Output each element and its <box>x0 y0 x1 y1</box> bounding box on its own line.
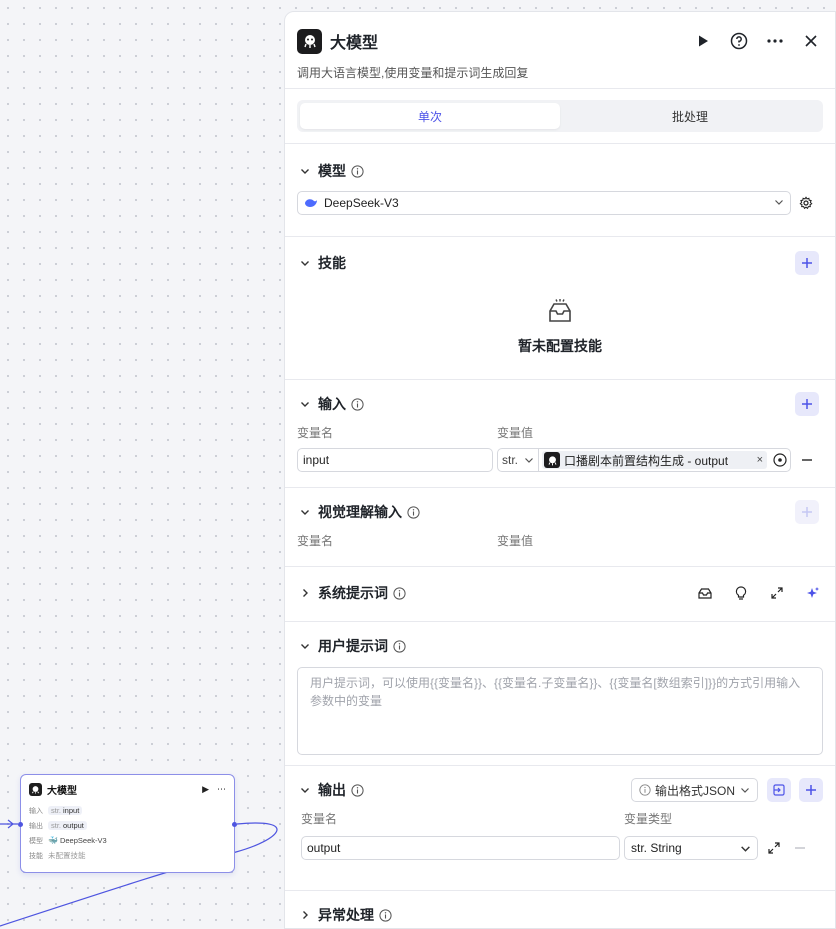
node-config-panel: 大模型 调用大语言模型,使用变量和提示词生成回复 单次 批处理 模型 DeepS… <box>284 11 836 929</box>
run-icon[interactable] <box>691 29 715 53</box>
add-vision-input-button[interactable] <box>795 500 819 524</box>
vision-input-label: 视觉理解输入 <box>318 504 402 520</box>
llm-icon <box>544 452 560 468</box>
output-type-select[interactable]: str. String <box>624 836 758 860</box>
remove-input-icon[interactable] <box>801 454 813 466</box>
input-value-ref[interactable]: 口播剧本前置结构生成 - output × <box>539 448 791 472</box>
settings-gear-icon[interactable] <box>796 193 816 213</box>
variable-target-icon[interactable] <box>773 453 787 467</box>
mode-tabs: 单次 批处理 <box>297 100 823 132</box>
close-icon[interactable] <box>799 29 823 53</box>
tab-single[interactable]: 单次 <box>300 103 560 129</box>
vision-col-value: 变量值 <box>497 534 534 548</box>
llm-icon <box>29 782 42 796</box>
node-row-skills: 技能 未配置技能 <box>29 851 86 860</box>
node-output-port[interactable] <box>232 822 237 827</box>
model-select[interactable]: DeepSeek-V3 <box>297 191 791 215</box>
deepseek-icon: 🐳 <box>48 836 58 845</box>
node-title: 大模型 <box>47 785 77 797</box>
llm-node-card[interactable]: 大模型 ▶ ⋯ 输入 str. input 输出 str. output 模型 🐳 … <box>18 774 237 873</box>
skills-empty-text: 暂未配置技能 <box>518 338 602 354</box>
output-section: 输出 输出格式JSON 变量名 变量类型 output str. String <box>285 766 835 890</box>
system-prompt-label: 系统提示词 <box>318 585 388 601</box>
chevron-down-icon[interactable] <box>297 163 313 179</box>
input-col-name: 变量名 <box>297 426 334 440</box>
user-prompt-label: 用户提示词 <box>318 638 388 654</box>
user-prompt-section: 用户提示词 用户提示词，可以使用{{变量名}}、{{变量名.子变量名}}、{{变… <box>285 622 835 765</box>
add-output-button[interactable] <box>799 778 823 802</box>
output-format-select[interactable]: 输出格式JSON <box>630 778 758 802</box>
info-icon[interactable] <box>379 908 392 922</box>
node-more-icon[interactable]: ⋯ <box>217 784 226 795</box>
error-handling-label: 异常处理 <box>318 907 374 923</box>
node-input-port[interactable] <box>18 822 23 827</box>
lightbulb-icon[interactable] <box>731 583 751 603</box>
info-icon <box>639 784 651 796</box>
chevron-down-icon <box>741 845 750 852</box>
chevron-down-icon[interactable] <box>297 504 313 520</box>
system-prompt-section: 系统提示词 <box>285 567 835 621</box>
input-section: 输入 变量名 变量值 input str. 口播剧本前置结构生成 - outpu… <box>285 380 835 487</box>
output-col-type: 变量类型 <box>624 812 673 826</box>
ai-sparkle-icon[interactable] <box>803 583 823 603</box>
tab-batch[interactable]: 批处理 <box>560 103 820 129</box>
node-row-output: 输出 str. output <box>21 818 234 833</box>
chevron-down-icon[interactable] <box>297 782 313 798</box>
clear-icon[interactable]: × <box>757 454 763 466</box>
user-prompt-textarea[interactable]: 用户提示词，可以使用{{变量名}}、{{变量名.子变量名}}、{{变量名[数组索… <box>297 667 823 755</box>
add-skill-button[interactable] <box>795 251 819 275</box>
deepseek-icon <box>304 196 318 210</box>
error-handling-section: 异常处理 <box>285 891 835 928</box>
panel-description: 调用大语言模型,使用变量和提示词生成回复 <box>297 66 529 80</box>
help-icon[interactable] <box>727 29 751 53</box>
input-col-value: 变量值 <box>497 426 534 440</box>
model-label: 模型 <box>318 163 346 179</box>
chevron-down-icon[interactable] <box>297 638 313 654</box>
node-row-model: 模型 🐳 DeepSeek-V3 <box>29 836 107 845</box>
chevron-down-icon[interactable] <box>297 396 313 412</box>
more-icon[interactable] <box>763 29 787 53</box>
remove-output-icon[interactable] <box>794 842 806 854</box>
empty-inbox-icon <box>546 299 574 328</box>
input-label: 输入 <box>318 396 346 412</box>
info-icon[interactable] <box>393 586 406 600</box>
node-run-icon[interactable]: ▶ <box>202 784 209 795</box>
expand-icon[interactable] <box>767 583 787 603</box>
vision-col-name: 变量名 <box>297 534 334 548</box>
output-label: 输出 <box>318 782 346 798</box>
llm-icon <box>297 28 322 54</box>
prompt-library-icon[interactable] <box>695 583 715 603</box>
info-icon[interactable] <box>351 783 364 797</box>
info-icon[interactable] <box>351 164 364 178</box>
skills-label: 技能 <box>318 255 346 271</box>
import-output-button[interactable] <box>767 778 791 802</box>
chevron-down-icon[interactable] <box>297 255 313 271</box>
output-var-name-field[interactable]: output <box>301 836 620 860</box>
chevron-down-icon <box>741 788 749 793</box>
info-icon[interactable] <box>393 639 406 653</box>
node-row-input: 输入 str. input <box>21 803 234 818</box>
model-section: 模型 DeepSeek-V3 <box>285 144 835 236</box>
vision-input-section: 视觉理解输入 变量名 变量值 <box>285 488 835 566</box>
info-icon[interactable] <box>351 397 364 411</box>
chevron-right-icon[interactable] <box>297 907 313 923</box>
chevron-right-icon[interactable] <box>297 585 313 601</box>
expand-icon[interactable] <box>764 838 784 858</box>
add-input-button[interactable] <box>795 392 819 416</box>
skills-section: 技能 暂未配置技能 <box>285 237 835 379</box>
input-var-name-field[interactable]: input <box>297 448 493 472</box>
output-col-name: 变量名 <box>301 812 338 826</box>
input-type-select[interactable]: str. <box>497 448 539 472</box>
info-icon[interactable] <box>407 505 420 519</box>
panel-title: 大模型 <box>330 35 379 52</box>
chevron-down-icon <box>525 458 533 463</box>
chevron-down-icon <box>774 196 784 210</box>
